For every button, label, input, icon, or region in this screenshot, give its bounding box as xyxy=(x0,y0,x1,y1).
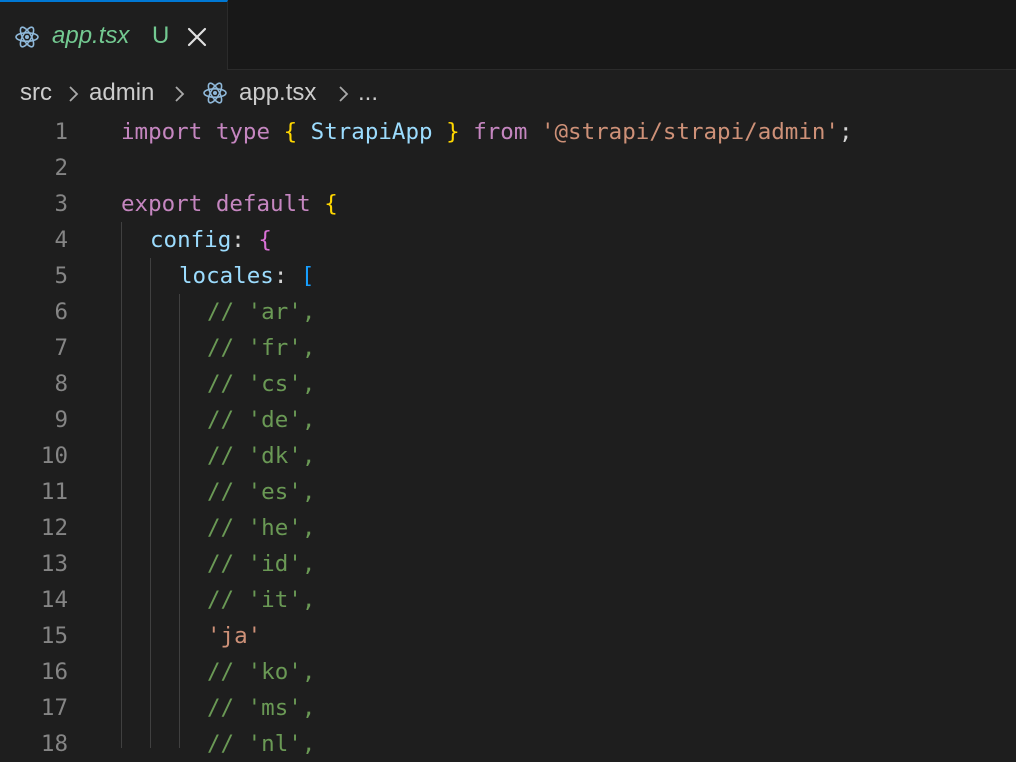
tab-filename: app.tsx xyxy=(52,22,130,49)
code-line: 3 export default { xyxy=(0,186,1016,222)
code-line: 2 xyxy=(0,150,1016,186)
react-icon xyxy=(14,24,40,55)
line-number: 10 xyxy=(40,443,68,469)
chevron-right-icon xyxy=(336,83,350,111)
code-line: 6 // 'ar', xyxy=(0,294,1016,330)
git-untracked-badge: U xyxy=(152,22,170,49)
breadcrumb-item-admin[interactable]: admin xyxy=(89,79,154,107)
breadcrumb-item-app-tsx[interactable]: app.tsx xyxy=(239,79,316,107)
code-line: 7 // 'fr', xyxy=(0,330,1016,366)
line-number: 14 xyxy=(40,587,68,613)
breadcrumb-item-src[interactable]: src xyxy=(20,79,52,107)
tab-bar: app.tsx U xyxy=(0,0,1016,70)
line-number: 17 xyxy=(40,695,68,721)
line-number: 2 xyxy=(54,155,68,181)
breadcrumb: src admin app.tsx ... xyxy=(0,70,1016,114)
code-line: 10 // 'dk', xyxy=(0,438,1016,474)
chevron-right-icon xyxy=(66,83,80,111)
code-line: 11 // 'es', xyxy=(0,474,1016,510)
line-content: import type { StrapiApp } from '@strapi/… xyxy=(121,119,853,145)
line-number: 18 xyxy=(40,731,68,757)
line-number: 11 xyxy=(40,479,68,505)
line-content: 'ja' xyxy=(207,623,262,649)
code-line: 17 // 'ms', xyxy=(0,690,1016,726)
line-content: // 'ms', xyxy=(207,695,316,721)
line-number: 7 xyxy=(54,335,68,361)
line-content: // 'fr', xyxy=(207,335,316,361)
editor-tab-app-tsx[interactable]: app.tsx U xyxy=(0,0,228,70)
react-icon xyxy=(202,80,228,113)
code-line: 9 // 'de', xyxy=(0,402,1016,438)
line-content: // 'it', xyxy=(207,587,316,613)
line-number: 13 xyxy=(40,551,68,577)
line-number: 8 xyxy=(54,371,68,397)
code-line: 13 // 'id', xyxy=(0,546,1016,582)
code-line: 18 // 'nl', xyxy=(0,726,1016,762)
code-line: 8 // 'cs', xyxy=(0,366,1016,402)
line-number: 16 xyxy=(40,659,68,685)
chevron-right-icon xyxy=(172,83,186,111)
line-content: // 'cs', xyxy=(207,371,316,397)
line-content: locales: [ xyxy=(179,263,315,289)
line-content: // 'ko', xyxy=(207,659,316,685)
line-number: 6 xyxy=(54,299,68,325)
line-content: // 'es', xyxy=(207,479,316,505)
line-number: 5 xyxy=(54,263,68,289)
line-content: // 'dk', xyxy=(207,443,316,469)
line-content: // 'de', xyxy=(207,407,316,433)
line-number: 12 xyxy=(40,515,68,541)
line-content: config: { xyxy=(150,227,272,253)
code-line: 1 import type { StrapiApp } from '@strap… xyxy=(0,114,1016,150)
code-line: 5 locales: [ xyxy=(0,258,1016,294)
code-line: 14 // 'it', xyxy=(0,582,1016,618)
line-content: // 'id', xyxy=(207,551,316,577)
line-number: 9 xyxy=(54,407,68,433)
line-content: // 'ar', xyxy=(207,299,316,325)
line-content: // 'nl', xyxy=(207,731,316,757)
line-content: export default { xyxy=(121,191,338,217)
breadcrumb-item-symbols[interactable]: ... xyxy=(358,79,378,107)
line-content: // 'he', xyxy=(207,515,316,541)
code-line: 15 'ja' xyxy=(0,618,1016,654)
line-number: 1 xyxy=(54,119,68,145)
code-line: 12 // 'he', xyxy=(0,510,1016,546)
close-icon[interactable] xyxy=(186,26,208,53)
code-editor[interactable]: 1 import type { StrapiApp } from '@strap… xyxy=(0,114,1016,757)
line-number: 4 xyxy=(54,227,68,253)
code-line: 4 config: { xyxy=(0,222,1016,258)
line-number: 3 xyxy=(54,191,68,217)
line-number: 15 xyxy=(40,623,68,649)
code-line: 16 // 'ko', xyxy=(0,654,1016,690)
